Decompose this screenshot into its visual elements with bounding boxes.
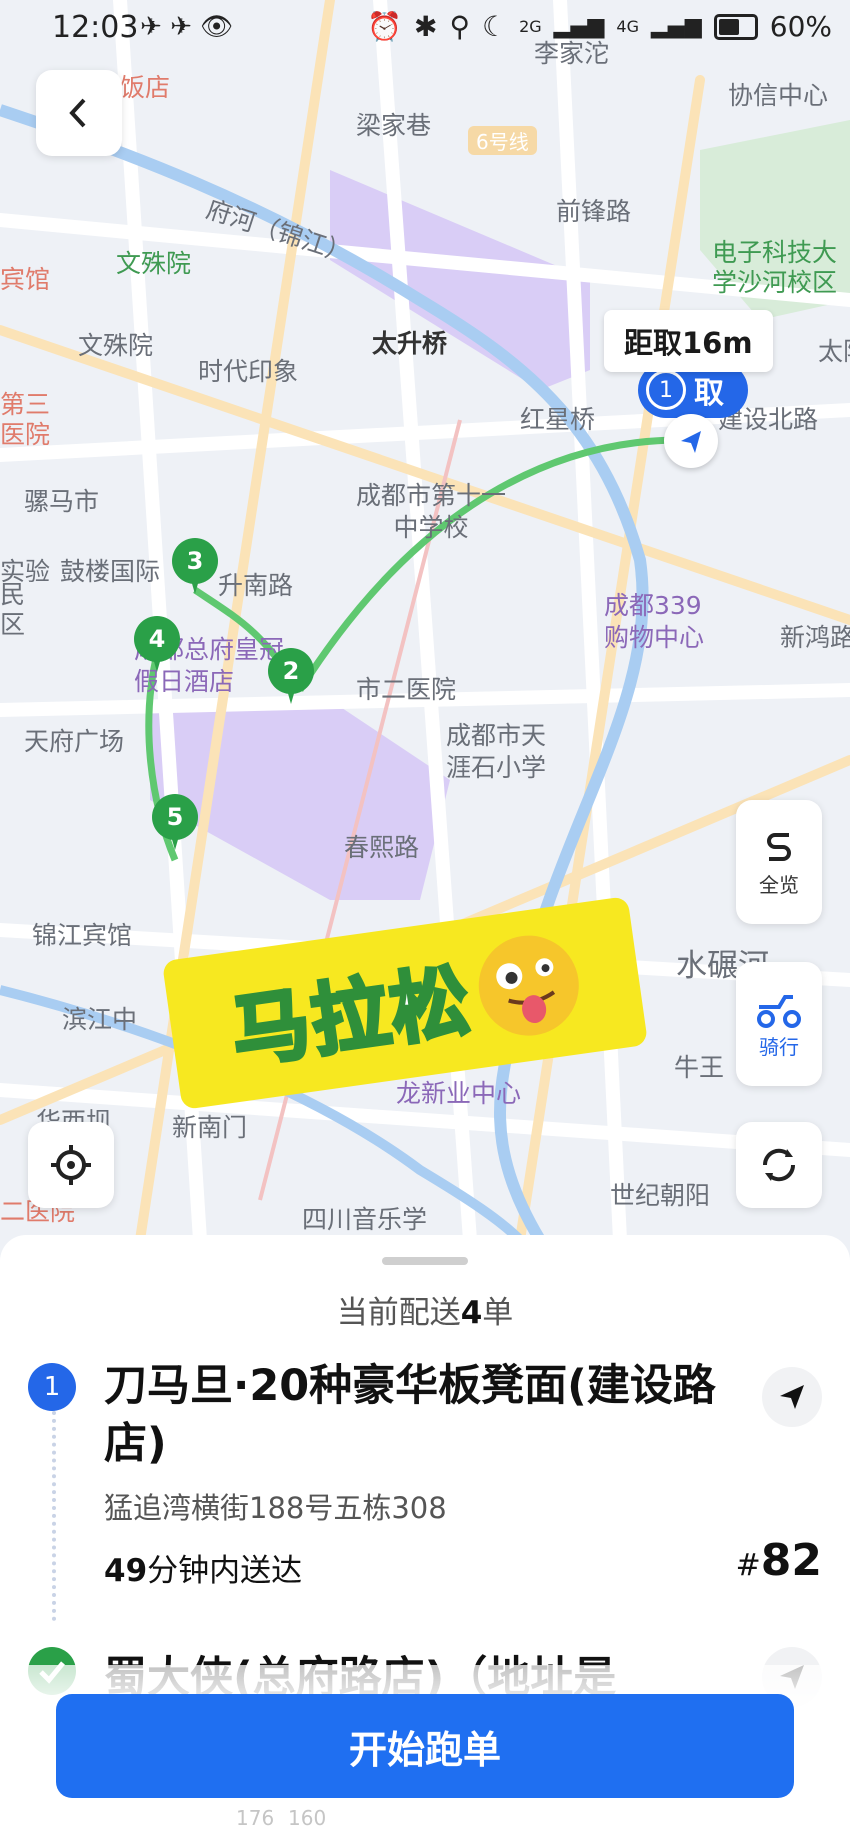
map-label: 新南门 bbox=[172, 1113, 248, 1142]
map-label: 龙新业中心 bbox=[396, 1079, 522, 1108]
overview-button[interactable]: 全览 bbox=[736, 800, 822, 924]
refresh-button[interactable] bbox=[736, 1122, 822, 1208]
route-stop-pin[interactable]: 4 bbox=[134, 616, 180, 672]
pickup-index: 1 bbox=[646, 370, 686, 410]
map-label: 骡马市 bbox=[24, 487, 100, 516]
map-label: 市二医院 bbox=[356, 675, 457, 704]
status-left-icons: ✈ ✈ 👁 bbox=[140, 12, 233, 42]
battery-icon bbox=[713, 13, 758, 40]
metro-line-label: 6号线 bbox=[468, 126, 537, 155]
order-shop-name[interactable]: 刀马旦·20种豪华板凳面(建设路店) bbox=[104, 1357, 724, 1473]
navigate-button[interactable] bbox=[762, 1367, 822, 1427]
faint-number: 176 bbox=[236, 1806, 275, 1830]
delivery-count: 当前配送4单 bbox=[0, 1287, 850, 1332]
rider-location-icon bbox=[664, 414, 718, 468]
sheet-drag-handle[interactable] bbox=[382, 1257, 468, 1265]
order-number-prefix: # bbox=[735, 1548, 761, 1583]
map-label: 民区 bbox=[0, 580, 26, 639]
map-label: 四川音乐学 bbox=[302, 1205, 428, 1234]
map-label: 梁家巷 bbox=[356, 111, 432, 140]
map-label: 鼓楼国际 bbox=[60, 557, 161, 586]
location-icon: ⚲ bbox=[449, 10, 470, 43]
status-bar: 12:03 ✈ ✈ 👁 ⏰ ✱ ⚲ ☾ 2G ▂▄▆ 4G ▂▄▆ 60% bbox=[0, 0, 850, 60]
map-label: 锦江宾馆 bbox=[32, 921, 133, 950]
sticker-text: 马拉松 bbox=[224, 954, 478, 1081]
distance-callout: 距取16m bbox=[604, 310, 773, 372]
map-label: 前锋路 bbox=[556, 197, 632, 226]
map-label: 天府广场 bbox=[24, 727, 125, 756]
refresh-icon bbox=[762, 1148, 796, 1182]
airplane-icon: ✈ bbox=[170, 12, 192, 42]
delivery-count-value: 4 bbox=[460, 1295, 483, 1331]
order-deadline: 49分钟内送达 bbox=[104, 1545, 302, 1590]
battery-percent: 60% bbox=[769, 10, 832, 43]
map-label: 文殊院 bbox=[78, 331, 154, 360]
status-time: 12:03 bbox=[52, 10, 139, 45]
faint-number: 160 bbox=[288, 1806, 327, 1830]
order-deadline-text: 分钟内送达 bbox=[147, 1553, 303, 1589]
order-number: #82 bbox=[736, 1535, 822, 1586]
map-label: 新鸿路 bbox=[780, 623, 850, 652]
order-index-badge: 1 bbox=[28, 1363, 76, 1411]
ride-mode-button[interactable]: 骑行 bbox=[736, 962, 822, 1086]
overview-label: 全览 bbox=[759, 872, 799, 897]
map-label: 成都市第十一中学校 bbox=[356, 481, 507, 542]
order-deadline-minutes: 49 bbox=[104, 1553, 148, 1589]
eye-icon: 👁 bbox=[200, 12, 234, 42]
order-address: 猛追湾横街188号五栋308 bbox=[104, 1491, 447, 1525]
map-label: 电子科技大学沙河校区 bbox=[712, 238, 838, 297]
scooter-icon bbox=[757, 994, 801, 1028]
signal-2g-icon: 2G bbox=[519, 17, 542, 36]
delivery-count-suffix: 单 bbox=[482, 1295, 514, 1331]
map-label: 时代印象 bbox=[198, 357, 299, 386]
alarm-icon: ⏰ bbox=[367, 10, 402, 43]
ride-mode-label: 骑行 bbox=[759, 1034, 799, 1059]
locate-me-button[interactable] bbox=[28, 1122, 114, 1208]
map-label: 升南路 bbox=[218, 571, 294, 600]
navigation-arrow-icon bbox=[780, 1385, 804, 1409]
signal-bars-icon: ▂▄▆ bbox=[651, 14, 702, 39]
bluetooth-icon: ✱ bbox=[413, 10, 438, 43]
signal-4g-icon: 4G bbox=[616, 17, 639, 36]
back-button[interactable] bbox=[36, 70, 122, 156]
map-label: 第三医院 bbox=[0, 390, 51, 449]
chevron-left-icon bbox=[69, 98, 86, 128]
route-stop-pin[interactable]: 3 bbox=[172, 538, 218, 594]
route-stop-pin[interactable]: 2 bbox=[268, 648, 314, 704]
map-label: 春熙路 bbox=[344, 833, 420, 862]
map-view[interactable]: 藏饭店 梁家巷 6号线 协信中心 前锋路 府河（锦江） 文殊院 宾馆 电子科技大… bbox=[0, 0, 850, 1240]
delivery-count-prefix: 当前配送 bbox=[336, 1295, 461, 1331]
route-overview-icon bbox=[767, 832, 791, 861]
map-label: 协信中心 bbox=[728, 81, 829, 110]
map-label: 文殊院 bbox=[116, 249, 192, 278]
timeline-dots bbox=[52, 1411, 60, 1621]
moon-icon: ☾ bbox=[481, 10, 508, 43]
order-number-value: 82 bbox=[760, 1535, 822, 1586]
map-label: 红星桥 bbox=[520, 405, 596, 434]
crosshair-icon bbox=[51, 1145, 91, 1185]
map-label: 成都市天涯石小学 bbox=[446, 721, 547, 782]
pickup-label: 取 bbox=[694, 376, 724, 411]
airplane-icon: ✈ bbox=[140, 12, 162, 42]
map-label: 成都339购物中心 bbox=[604, 591, 705, 652]
map-label: 太阳 bbox=[818, 337, 850, 366]
map-label: 太升桥 bbox=[372, 329, 448, 358]
map-label: 世纪朝阳 bbox=[610, 1181, 711, 1210]
map-label: 宾馆 bbox=[0, 265, 51, 294]
map-label: 滨江中 bbox=[62, 1005, 138, 1034]
route-stop-pin[interactable]: 5 bbox=[152, 794, 198, 850]
map-label: 牛王 bbox=[674, 1053, 725, 1082]
start-delivery-button[interactable]: 开始跑单 bbox=[56, 1694, 794, 1798]
crazy-face-emoji-icon bbox=[472, 929, 586, 1043]
signal-bars-icon: ▂▄▆ bbox=[553, 14, 605, 39]
